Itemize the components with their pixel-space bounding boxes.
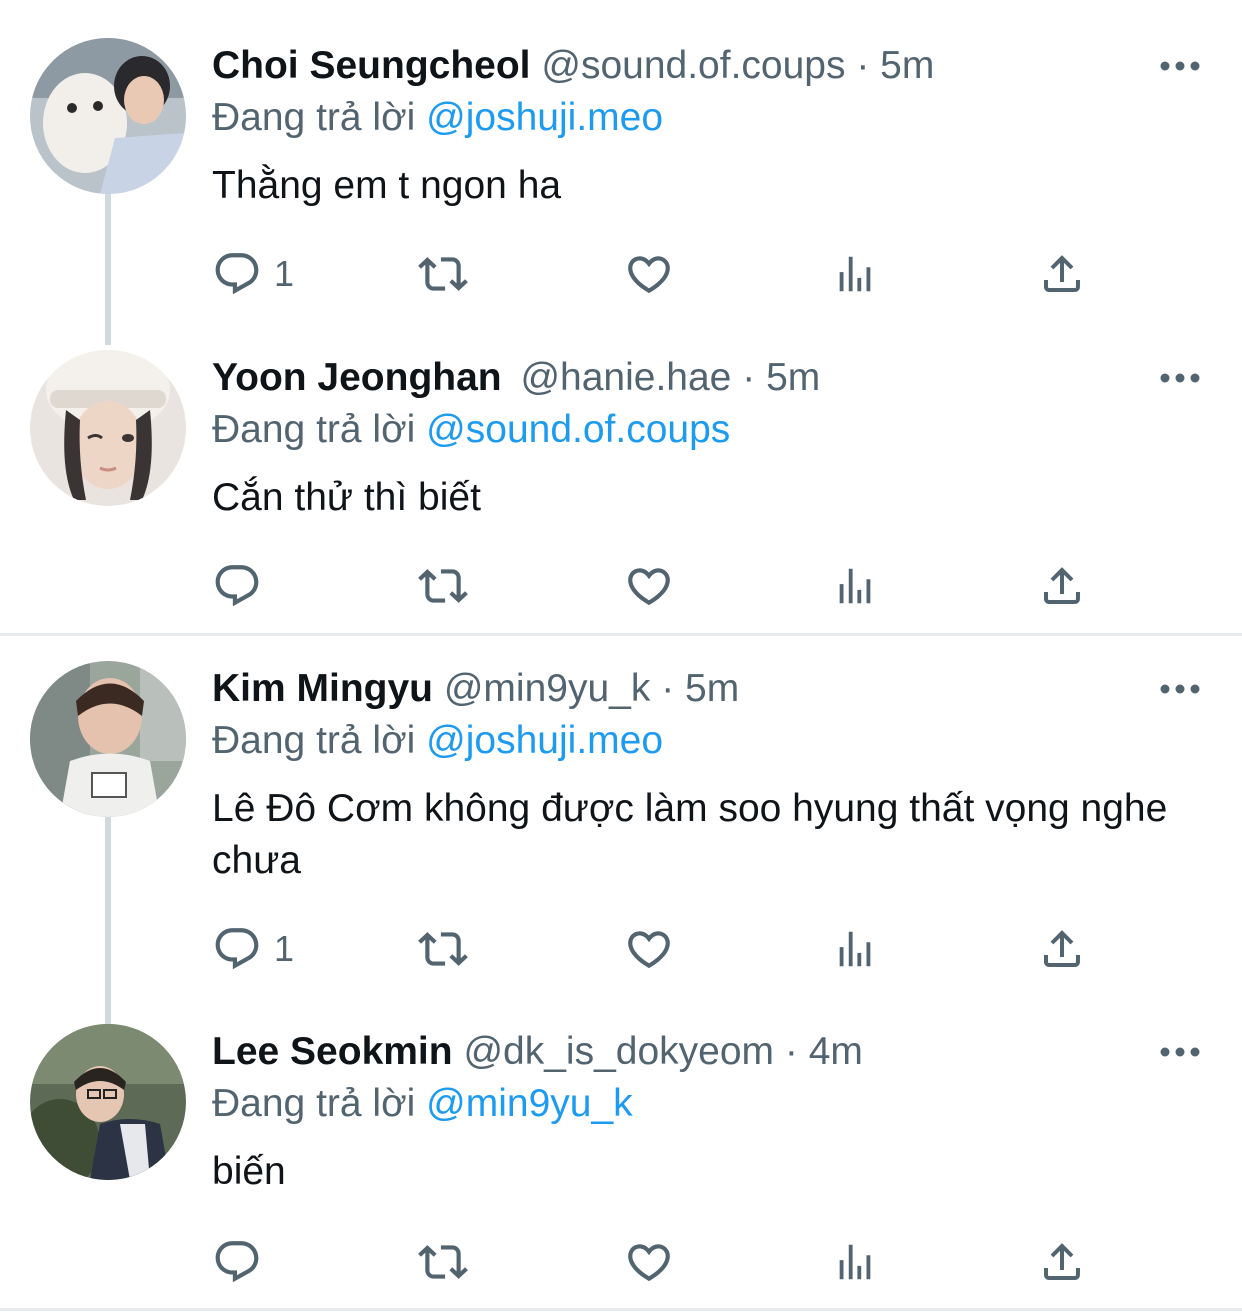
- reply-button[interactable]: 1: [212, 921, 294, 977]
- views-chart-icon: [832, 249, 878, 299]
- tweet[interactable]: Yoon Jeonghan @hanie.hae · 5m Đang trả l…: [0, 350, 1242, 610]
- tweet-text: biến: [212, 1150, 286, 1193]
- like-button[interactable]: [624, 558, 674, 614]
- avatar[interactable]: [30, 1024, 186, 1180]
- display-name[interactable]: Kim Mingyu: [212, 667, 433, 710]
- share-button[interactable]: [1038, 1234, 1086, 1290]
- reply-prefix: Đang trả lời: [212, 408, 416, 451]
- reply-mention-link[interactable]: @joshuji.meo: [426, 719, 663, 762]
- retweet-button[interactable]: [414, 558, 472, 614]
- share-icon: [1038, 249, 1086, 299]
- avatar[interactable]: [30, 38, 186, 194]
- retweet-button[interactable]: [414, 921, 472, 977]
- views-button[interactable]: [832, 558, 878, 614]
- tweet-text: Thằng em t ngon ha: [212, 164, 562, 207]
- tweet[interactable]: Choi Seungcheol @sound.of.coups · 5m Đan…: [0, 38, 1242, 298]
- reply-count: 1: [274, 253, 295, 294]
- reply-prefix: Đang trả lời: [212, 96, 416, 139]
- views-chart-icon: [832, 924, 878, 974]
- timestamp[interactable]: 4m: [809, 1030, 863, 1073]
- views-button[interactable]: [832, 1234, 878, 1290]
- tweet-header: Kim Mingyu @min9yu_k · 5m: [212, 661, 739, 717]
- tweet-header: Choi Seungcheol @sound.of.coups · 5m: [212, 38, 934, 94]
- reply-mention-link[interactable]: @sound.of.coups: [426, 408, 730, 451]
- retweet-button[interactable]: [414, 1234, 472, 1290]
- reply-icon: [212, 561, 262, 611]
- like-button[interactable]: [624, 246, 674, 302]
- reply-count: 1: [274, 928, 295, 969]
- heart-icon: [624, 561, 674, 611]
- reply-button[interactable]: 1: [212, 246, 294, 302]
- more-dots-icon[interactable]: [1158, 1042, 1202, 1062]
- thread-divider: [0, 1308, 1242, 1311]
- heart-icon: [624, 924, 674, 974]
- more-dots-icon[interactable]: [1158, 679, 1202, 699]
- replying-to: Đang trả lời @min9yu_k: [212, 1076, 633, 1132]
- user-handle[interactable]: @min9yu_k: [444, 667, 651, 710]
- reply-button[interactable]: [212, 558, 274, 614]
- tweet-text: Cắn thử thì biết: [212, 476, 481, 519]
- separator-dot: ·: [856, 44, 870, 87]
- views-chart-icon: [832, 561, 878, 611]
- avatar[interactable]: [30, 661, 186, 817]
- reply-prefix: Đang trả lời: [212, 719, 416, 762]
- replying-to: Đang trả lời @joshuji.meo: [212, 90, 663, 146]
- share-icon: [1038, 561, 1086, 611]
- heart-icon: [624, 1237, 674, 1287]
- reply-mention-link[interactable]: @min9yu_k: [426, 1082, 633, 1125]
- reply-icon: [212, 924, 262, 974]
- tweet-actions: 1: [212, 921, 1112, 977]
- like-button[interactable]: [624, 1234, 674, 1290]
- tweet-header: Yoon Jeonghan @hanie.hae · 5m: [212, 350, 820, 406]
- tweet[interactable]: Lee Seokmin @dk_is_dokyeom · 4m Đang trả…: [0, 1024, 1242, 1290]
- thread-divider: [0, 633, 1242, 636]
- more-dots-icon[interactable]: [1158, 56, 1202, 76]
- display-name[interactable]: Yoon Jeonghan: [212, 356, 502, 399]
- more-dots-icon[interactable]: [1158, 368, 1202, 388]
- tweet-actions: [212, 1234, 1112, 1290]
- tweet-text: Lê Đô Cơm không được làm soo hyung thất …: [212, 787, 1168, 882]
- display-name[interactable]: Lee Seokmin: [212, 1030, 453, 1073]
- tweet-actions: [212, 558, 1112, 614]
- separator-dot: ·: [661, 667, 675, 710]
- timestamp[interactable]: 5m: [880, 44, 934, 87]
- retweet-icon: [414, 561, 472, 611]
- user-handle[interactable]: @dk_is_dokyeom: [463, 1030, 774, 1073]
- share-button[interactable]: [1038, 558, 1086, 614]
- timestamp[interactable]: 5m: [685, 667, 739, 710]
- display-name[interactable]: Choi Seungcheol: [212, 44, 531, 87]
- like-button[interactable]: [624, 921, 674, 977]
- reply-icon: [212, 1237, 262, 1287]
- share-icon: [1038, 924, 1086, 974]
- reply-prefix: Đang trả lời: [212, 1082, 416, 1125]
- reply-button[interactable]: [212, 1234, 274, 1290]
- views-button[interactable]: [832, 246, 878, 302]
- retweet-icon: [414, 924, 472, 974]
- timestamp[interactable]: 5m: [766, 356, 820, 399]
- retweet-button[interactable]: [414, 246, 472, 302]
- tweet-actions: 1: [212, 246, 1112, 302]
- reply-icon: [212, 249, 262, 299]
- retweet-icon: [414, 249, 472, 299]
- reply-mention-link[interactable]: @joshuji.meo: [426, 96, 663, 139]
- share-button[interactable]: [1038, 246, 1086, 302]
- avatar[interactable]: [30, 350, 186, 506]
- views-button[interactable]: [832, 921, 878, 977]
- heart-icon: [624, 249, 674, 299]
- retweet-icon: [414, 1237, 472, 1287]
- share-button[interactable]: [1038, 921, 1086, 977]
- separator-dot: ·: [742, 356, 756, 399]
- separator-dot: ·: [784, 1030, 798, 1073]
- user-handle[interactable]: @hanie.hae: [520, 356, 731, 399]
- user-handle[interactable]: @sound.of.coups: [541, 44, 845, 87]
- tweet[interactable]: Kim Mingyu @min9yu_k · 5m Đang trả lời @…: [0, 661, 1242, 981]
- tweet-header: Lee Seokmin @dk_is_dokyeom · 4m: [212, 1024, 863, 1080]
- views-chart-icon: [832, 1237, 878, 1287]
- share-icon: [1038, 1237, 1086, 1287]
- replying-to: Đang trả lời @sound.of.coups: [212, 402, 730, 458]
- replying-to: Đang trả lời @joshuji.meo: [212, 713, 663, 769]
